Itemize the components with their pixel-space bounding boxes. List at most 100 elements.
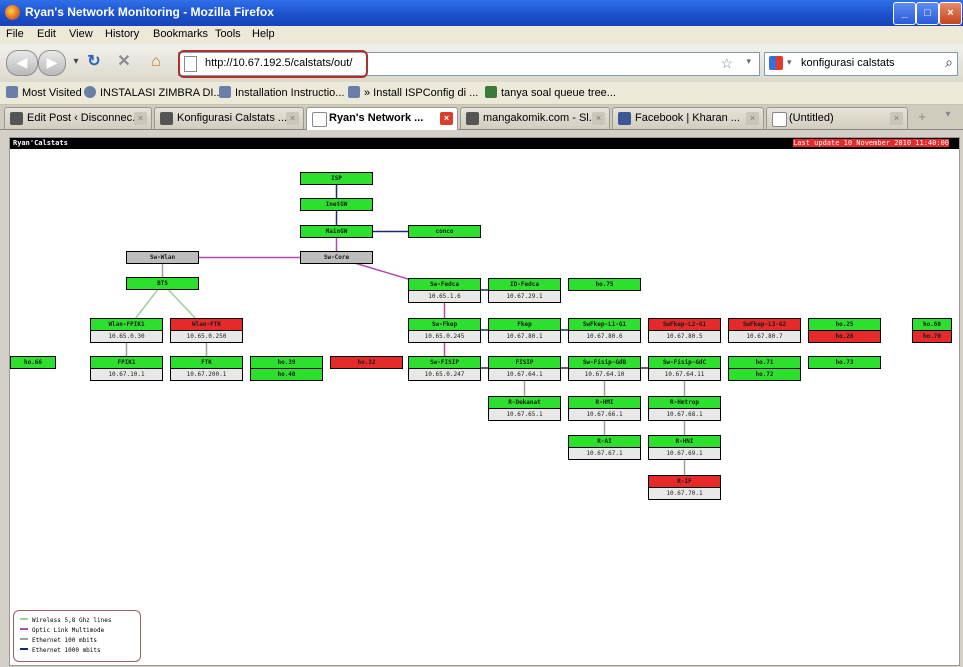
forward-button[interactable]: ▶ bbox=[38, 50, 66, 76]
node-conco[interactable]: conco bbox=[408, 225, 481, 238]
menu-edit[interactable]: Edit bbox=[37, 28, 56, 40]
node-name: R-AI bbox=[568, 435, 641, 448]
legend-swatch bbox=[20, 628, 28, 630]
node-name: Sw-FISIP bbox=[408, 356, 481, 369]
node-name: FTK bbox=[170, 356, 243, 369]
home-icon[interactable]: ⌂ bbox=[146, 52, 166, 72]
menu-help[interactable]: Help bbox=[252, 28, 275, 40]
tab-mangakomik[interactable]: mangakomik.com - Sl... × bbox=[460, 107, 610, 129]
node-r-hmi[interactable]: R-HMI 10.67.66.1 bbox=[568, 396, 641, 421]
node-name: ho.70 bbox=[912, 330, 952, 343]
node-isp[interactable]: ISP bbox=[300, 172, 373, 185]
node-sw-fisip[interactable]: Sw-FISIP 10.65.0.247 bbox=[408, 356, 481, 381]
node-ho-32[interactable]: ho.32 bbox=[330, 356, 403, 369]
tab-edit-post[interactable]: Edit Post ‹ Disconnec... × bbox=[4, 107, 152, 129]
node-r-dekanat[interactable]: R-Dekanat 10.67.65.1 bbox=[488, 396, 561, 421]
tab-close-icon[interactable]: × bbox=[890, 112, 903, 125]
stop-icon[interactable]: ✕ bbox=[114, 52, 134, 72]
node-fpik1[interactable]: FPIK1 10.67.10.1 bbox=[90, 356, 163, 381]
node-r-ai[interactable]: R-AI 10.67.67.1 bbox=[568, 435, 641, 460]
node-sw-fkep[interactable]: Sw-Fkep 10.65.0.245 bbox=[408, 318, 481, 343]
close-window-button[interactable]: × bbox=[939, 2, 962, 25]
new-tab-button[interactable]: + bbox=[912, 109, 932, 125]
node-fkep[interactable]: Fkep 10.67.80.1 bbox=[488, 318, 561, 343]
node-r-hmtrop[interactable]: R-Hmtrop 10.67.68.1 bbox=[648, 396, 721, 421]
search-input[interactable]: konfigurasi calstats bbox=[801, 57, 895, 69]
history-dropdown-icon[interactable]: ▾ bbox=[66, 52, 86, 72]
bookmark-installation[interactable]: Installation Instructio... bbox=[219, 86, 344, 99]
minimize-button[interactable]: _ bbox=[893, 2, 916, 25]
menu-history[interactable]: History bbox=[105, 28, 139, 40]
legend-item: Wireless 5,8 Ghz lines bbox=[20, 617, 111, 624]
google-icon[interactable] bbox=[769, 56, 783, 70]
node-inetgw[interactable]: InetGW bbox=[300, 198, 373, 211]
node-ho-75[interactable]: ho.75 bbox=[568, 278, 641, 291]
node-swfkep-l3-g2[interactable]: SwFkep-L3-G2 10.67.80.7 bbox=[728, 318, 801, 343]
search-box[interactable]: ▾ konfigurasi calstats ⌕ bbox=[764, 52, 958, 76]
node-ho-40[interactable]: ho.40 bbox=[250, 368, 323, 381]
legend-item: Optic Link Multimode bbox=[20, 627, 104, 634]
node-name: Sw-Fkep bbox=[408, 318, 481, 331]
node-ftk[interactable]: FTK 10.67.200.1 bbox=[170, 356, 243, 381]
tab-close-icon[interactable]: × bbox=[134, 112, 147, 125]
tab-untitled[interactable]: (Untitled) × bbox=[766, 107, 908, 129]
maximize-button[interactable]: □ bbox=[916, 2, 939, 25]
node-fisip[interactable]: FISIP 10.67.64.1 bbox=[488, 356, 561, 381]
node-name: Sw-Fisip-GdC bbox=[648, 356, 721, 369]
node-wlan-ftk[interactable]: Wlan-FTK 10.65.0.250 bbox=[170, 318, 243, 343]
node-ho-26[interactable]: ho.26 bbox=[808, 330, 881, 343]
node-bts[interactable]: BTS bbox=[126, 277, 199, 290]
node-ip: 10.67.64.10 bbox=[568, 369, 641, 381]
menu-tools[interactable]: Tools bbox=[215, 28, 241, 40]
menu-bookmarks[interactable]: Bookmarks bbox=[153, 28, 208, 40]
menu-file[interactable]: File bbox=[6, 28, 24, 40]
tab-close-icon[interactable]: × bbox=[286, 112, 299, 125]
node-swfkep-l2-g1[interactable]: SwFkep-L2-G1 10.67.80.5 bbox=[648, 318, 721, 343]
node-sw-wlan[interactable]: Sw-Wlan bbox=[126, 251, 199, 264]
tab-favicon bbox=[10, 112, 23, 125]
tab-ryans-network[interactable]: Ryan's Network ... × bbox=[306, 107, 458, 130]
bookmark-queue-tree[interactable]: tanya soal queue tree... bbox=[485, 86, 616, 99]
node-name: InetGW bbox=[300, 198, 373, 211]
node-ip: 10.65.0.247 bbox=[408, 369, 481, 381]
node-swfkep-l1-g1[interactable]: SwFkep-L1-G1 10.67.80.6 bbox=[568, 318, 641, 343]
node-ip: 10.65.0.250 bbox=[170, 331, 243, 343]
node-r-hni[interactable]: R-HNI 10.67.69.1 bbox=[648, 435, 721, 460]
node-id-fedca[interactable]: ID-Fedca 10.67.29.1 bbox=[488, 278, 561, 303]
url-dropdown-icon[interactable]: ▾ bbox=[746, 56, 751, 67]
node-ip: 10.67.29.1 bbox=[488, 291, 561, 303]
node-name: R-IF bbox=[648, 475, 721, 488]
tab-konfigurasi-calstats[interactable]: Konfigurasi Calstats ... × bbox=[154, 107, 304, 129]
node-ho-72[interactable]: ho.72 bbox=[728, 368, 801, 381]
menu-view[interactable]: View bbox=[69, 28, 93, 40]
tab-close-icon[interactable]: × bbox=[592, 112, 605, 125]
search-engine-dropdown-icon[interactable]: ▾ bbox=[787, 57, 792, 68]
node-sw-core[interactable]: Sw-Core bbox=[300, 251, 373, 264]
address-bar[interactable]: http://10.67.192.5/calstats/out/ ☆ ▾ bbox=[178, 50, 760, 78]
list-all-tabs-icon[interactable]: ▾ bbox=[938, 109, 958, 125]
back-button[interactable]: ◀ bbox=[6, 50, 38, 76]
tab-close-icon[interactable]: × bbox=[746, 112, 759, 125]
node-ip: 10.67.68.1 bbox=[648, 409, 721, 421]
node-wlan-fpik1[interactable]: Wlan-FPIK1 10.65.0.30 bbox=[90, 318, 163, 343]
bookmark-most-visited[interactable]: Most Visited bbox=[6, 86, 82, 99]
node-maingw[interactable]: MainGW bbox=[300, 225, 373, 238]
tab-close-icon[interactable]: × bbox=[440, 112, 453, 125]
node-ho-70[interactable]: ho.70 bbox=[912, 330, 952, 343]
node-name: ho.40 bbox=[250, 368, 323, 381]
bookmark-ispconfig[interactable]: » Install ISPConfig di ... bbox=[348, 86, 478, 99]
bookmark-star-icon[interactable]: ☆ bbox=[720, 55, 733, 72]
page-content: Ryan'Calstats Last update 10 November 20… bbox=[9, 137, 960, 666]
tab-facebook[interactable]: Facebook | Kharan ... × bbox=[612, 107, 764, 129]
reload-icon[interactable]: ↻ bbox=[84, 52, 104, 72]
node-ip: 10.65.1.6 bbox=[408, 291, 481, 303]
bookmark-zimbra[interactable]: INSTALASI ZIMBRA DI... bbox=[84, 86, 223, 99]
search-icon[interactable]: ⌕ bbox=[945, 54, 953, 71]
node-sw-fisip-gdb[interactable]: Sw-Fisip-GdB 10.67.64.10 bbox=[568, 356, 641, 381]
node-ho-66[interactable]: ho.66 bbox=[10, 356, 56, 369]
node-name: Sw-Core bbox=[300, 251, 373, 264]
node-sw-fedca[interactable]: Sw-Fedca 10.65.1.6 bbox=[408, 278, 481, 303]
node-r-if[interactable]: R-IF 10.67.70.1 bbox=[648, 475, 721, 500]
node-ho-73[interactable]: ho.73 bbox=[808, 356, 881, 369]
node-sw-fisip-gdc[interactable]: Sw-Fisip-GdC 10.67.64.11 bbox=[648, 356, 721, 381]
